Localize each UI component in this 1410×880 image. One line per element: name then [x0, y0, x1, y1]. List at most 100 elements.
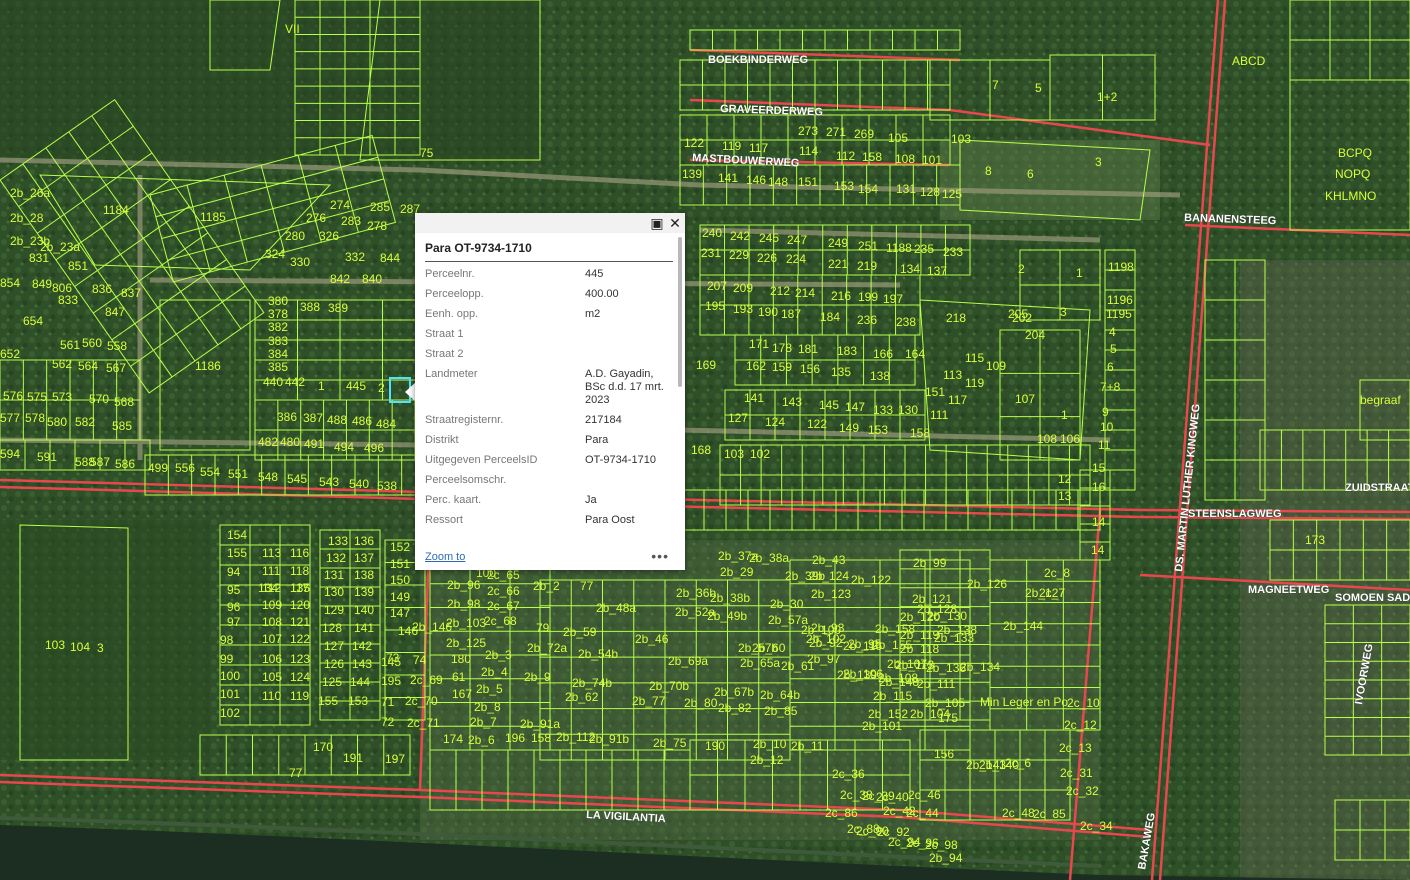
parcel-label: 130 [324, 585, 344, 599]
parcel-label: 2b_85 [764, 704, 798, 718]
parcel-label: 586 [115, 457, 135, 471]
parcel-label: 2b_115 [873, 689, 912, 703]
parcel-label: 190 [705, 739, 725, 753]
parcel-label: 144 [350, 675, 370, 689]
parcel-label: 380 [268, 294, 288, 308]
zoom-to-link[interactable]: Zoom to [425, 551, 465, 563]
maximize-icon[interactable]: ▣ [649, 215, 665, 231]
parcel-label: 580 [47, 415, 67, 429]
parcel-label: 2b_126 [967, 577, 1007, 591]
parcel-label: 137 [927, 264, 947, 278]
parcel-label: 271 [826, 125, 846, 139]
parcel-label: 6 [1107, 360, 1114, 374]
parcel-label: 573 [52, 390, 72, 404]
parcel-label: 113 [943, 368, 962, 382]
parcel-label: 231 [701, 246, 721, 260]
parcel-label: 151 [390, 557, 410, 571]
parcel-label: 564 [78, 359, 98, 373]
popup-field-value: 217184 [585, 414, 622, 426]
parcel-label: 147 [390, 606, 410, 620]
parcel-label: 207 [707, 279, 727, 293]
parcel-label: 833 [58, 293, 78, 307]
parcel-label: 2b_75 [653, 736, 687, 750]
parcel-label: 180 [451, 652, 471, 666]
parcel-label: 173 [1305, 533, 1325, 547]
parcel-label: 1186 [195, 359, 221, 373]
parcel-label: 480 [280, 435, 300, 449]
parcel-label: 125 [942, 187, 962, 201]
parcel-label: 111 [262, 564, 281, 578]
parcel-label: 111 [930, 408, 949, 422]
parcel-label: 378 [268, 307, 288, 321]
parcel-label: 14 [1092, 515, 1106, 529]
parcel-label: 2b_59 [563, 625, 597, 639]
parcel-label: 2b_8 [474, 700, 501, 714]
parcel-label: 283 [341, 214, 361, 228]
popup-field-label: Straat 1 [425, 328, 464, 340]
parcel-label: 2b_91b [589, 732, 629, 746]
forest-area-southwest [0, 520, 210, 760]
parcel-label: 554 [200, 465, 220, 479]
parcel-label: 2b_65a [740, 656, 780, 670]
parcel-label: 2b_122 [851, 573, 891, 587]
close-icon[interactable]: ✕ [667, 215, 683, 231]
parcel-label: 445 [346, 379, 366, 393]
parcel-label: 105 [262, 670, 282, 684]
parcel-label: 2c_69 [410, 673, 443, 687]
parcel-label: 153 [868, 423, 888, 437]
parcel-label: 98 [220, 633, 234, 647]
parcel-label: 2b_138 [937, 623, 977, 637]
parcel-label: 122 [807, 417, 827, 431]
parcel-label: 2c_34 [1080, 819, 1113, 833]
parcel-label: 2c_36 [832, 767, 865, 781]
parcel-label: 2b_60 [752, 641, 786, 655]
popup-field-row: Perceelsomschr. [425, 474, 677, 487]
parcel-label: 2b_95 [848, 637, 882, 651]
ellipsis-icon[interactable]: ••• [651, 548, 669, 564]
parcel-label: 2b_125 [446, 636, 486, 650]
parcel-label: 2b_97 [807, 652, 841, 666]
parcel-label: 543 [319, 475, 339, 489]
parcel-label: 837 [121, 286, 141, 300]
parcel-label: 2c_70 [405, 694, 438, 708]
parcel-label: 385 [268, 360, 288, 374]
parcel-label: 576 [3, 389, 23, 403]
parcel-label: 3 [1060, 305, 1067, 319]
parcel-label: 585 [112, 419, 132, 433]
popup-field-label: Distrikt [425, 434, 459, 446]
parcel-label: 1196 [1107, 293, 1133, 307]
parcel-label: 101 [922, 153, 942, 167]
parcel-label: 562 [52, 357, 72, 371]
popup-scrollbar[interactable] [678, 237, 682, 387]
parcel-label: 854 [0, 276, 20, 290]
parcel-label: 578 [25, 411, 45, 425]
parcel-label: 156 [934, 747, 954, 761]
parcel-label: 560 [82, 336, 102, 350]
parcel-label: 2b_49b [707, 609, 747, 623]
parcel-label: 118 [290, 564, 309, 578]
parcel-label: 2c_65 [487, 568, 520, 582]
parcel-label: 575 [27, 390, 47, 404]
parcel-label: 2b_72a [527, 641, 567, 655]
parcel-label: 488 [327, 413, 347, 427]
popup-field-row: Perc. kaart. Ja [425, 494, 677, 507]
parcel-label: 109 [262, 598, 282, 612]
parcel-label: 132 [326, 551, 346, 565]
parcel-label: 101 [220, 687, 240, 701]
parcel-label: 134 [900, 262, 920, 276]
popup-attribute-list[interactable]: Perceelnr. 445 Perceelopp. 400.00 Eenh. opp.… [425, 268, 677, 548]
parcel-label: 178 [772, 341, 792, 355]
parcel-label: 2b_9 [524, 670, 551, 684]
parcel-label: 582 [75, 415, 95, 429]
parcel-label: 122 [290, 632, 310, 646]
parcel-label: 126 [324, 657, 344, 671]
parcel-label: 280 [285, 229, 305, 243]
parcel-label: 1198 [1108, 260, 1134, 274]
parcel-label: 2b_26a [10, 186, 50, 200]
parcel-label: 491 [304, 437, 324, 451]
popup-field-value [585, 348, 670, 361]
popup-field-row: Straatregisternr. 217184 [425, 414, 677, 427]
parcel-label: 10 [1100, 420, 1114, 434]
parcel-label: 2b_100 [801, 623, 841, 637]
map-view[interactable]: VII1184 11851186757 51+238 6BCPQNOPQKHLMNOA… [0, 0, 1410, 880]
